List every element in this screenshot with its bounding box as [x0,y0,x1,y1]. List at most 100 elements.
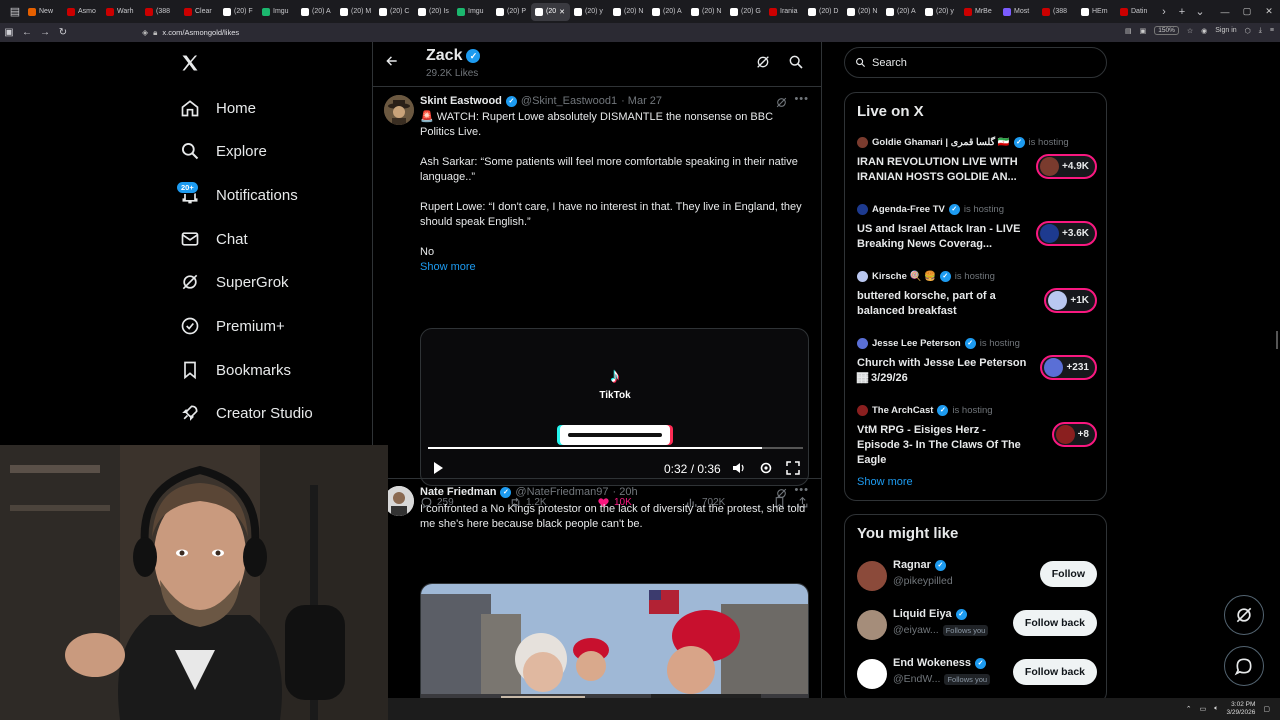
avatar[interactable] [857,659,887,689]
search-icon[interactable] [788,54,804,70]
account-handle[interactable]: @pikeypilled [893,575,953,587]
volume-icon[interactable]: 🔈︎ [1214,705,1218,713]
extensions-icon[interactable]: ⬡ [1245,27,1251,35]
listener-count-pill[interactable]: +231 [1040,355,1097,380]
zoom-level[interactable]: 150% [1154,26,1179,35]
clock[interactable]: 3:02 PM 3/29/2026 [1226,701,1255,717]
account-handle[interactable]: @eiyaw... [893,624,939,636]
tweet-time[interactable]: · 20h [613,486,638,498]
listener-count-pill[interactable]: +8 [1051,422,1097,447]
browser-tab[interactable]: New [24,3,63,21]
host-avatar[interactable] [857,271,868,282]
browser-tab[interactable]: (20) A [297,3,336,21]
browser-tab[interactable]: (20) y [921,3,960,21]
live-space-title[interactable]: Church with Jesse Lee Peterson 🏾 3/29/26 [857,356,1027,386]
live-space-title[interactable]: US and Israel Attack Iran - LIVE Breakin… [857,222,1027,252]
browser-tab[interactable]: (20) A [648,3,687,21]
account-name[interactable]: Liquid Eiya [893,608,952,620]
address-field[interactable]: ◈ 🔒︎ x.com/Asmongold/likes [142,28,239,38]
listener-count-pill[interactable]: +1K [1044,288,1097,313]
browser-tab[interactable]: (20) D [804,3,843,21]
live-space-item[interactable]: The ArchCast ✓ is hosting VtM RPG - Eisiges… [857,405,1097,468]
browser-tab[interactable]: HEm [1077,3,1116,21]
browser-tab[interactable]: (20 ✕ [531,2,570,21]
author-handle[interactable]: @Skint_Eastwood1 [521,95,617,107]
close-icon[interactable]: ✕ [1258,6,1280,17]
host-avatar[interactable] [857,405,868,416]
suggested-account[interactable]: Ragnar ✓ @pikeypilled Follow [857,559,1097,597]
live-space-title[interactable]: VtM RPG - Eisiges Herz - Episode 3- In T… [857,423,1027,468]
search-input[interactable]: Search [844,47,1107,78]
suggested-account[interactable]: Liquid Eiya ✓ @eiyaw... Follows you Follow b… [857,608,1097,646]
play-icon[interactable] [431,461,445,475]
notifications-icon[interactable]: ▢ [1263,705,1270,713]
pip-icon[interactable]: ▣ [1140,27,1147,35]
reader-icon[interactable]: ▤ [1125,27,1132,35]
sign-in-link[interactable]: Sign in [1215,27,1236,34]
network-icon[interactable]: ▭ [1200,705,1207,713]
account-name[interactable]: End Wokeness [893,657,971,669]
host-name[interactable]: Goldie Ghamari | گلسا قمری 🇮🇷 [872,137,1010,148]
live-space-item[interactable]: Agenda-Free TV ✓ is hosting US and Israel A… [857,204,1097,264]
browser-tab[interactable]: (20) N [609,3,648,21]
tab-list-icon[interactable]: ▤ [6,5,24,18]
volume-icon[interactable] [732,461,746,475]
tweet[interactable]: Nate Friedman ✓ @NateFriedman97 · 20h ••… [373,478,821,698]
account-icon[interactable]: ◉ [1201,27,1207,35]
browser-tab[interactable]: (20) P [492,3,531,21]
avatar[interactable] [384,95,414,125]
browser-tab[interactable]: Imgu [258,3,297,21]
suggested-account[interactable]: End Wokeness ✓ @EndW... Follows you Follow b… [857,657,1097,695]
grok-icon[interactable] [775,487,788,500]
browser-tab[interactable]: (20) F [219,3,258,21]
browser-tab[interactable]: (20) G [726,3,765,21]
settings-gear-icon[interactable] [759,461,773,475]
tweet[interactable]: Skint Eastwood ✓ @Skint_Eastwood1 · Mar … [373,86,821,509]
avatar[interactable] [857,610,887,640]
tab-menu-icon[interactable]: ⌄ [1191,5,1209,18]
browser-tab[interactable]: (20) y [570,3,609,21]
host-name[interactable]: Jesse Lee Peterson [872,338,961,349]
listener-count-pill[interactable]: +3.6K [1036,221,1097,246]
live-space-title[interactable]: IRAN REVOLUTION LIVE WITH IRANIAN HOSTS … [857,155,1027,185]
host-avatar[interactable] [857,338,868,349]
browser-tab[interactable]: (20) C [375,3,414,21]
nav-item-home[interactable]: Home [180,88,256,128]
browser-tab[interactable]: Asmo [63,3,102,21]
video-player[interactable]: ♪ TikTok 0:32 / 0:36 [420,328,809,486]
grok-floating-button[interactable] [1224,595,1264,635]
more-options-icon[interactable]: ••• [794,93,809,105]
browser-tab[interactable]: (20) N [687,3,726,21]
download-icon[interactable]: ⤓ [1259,27,1262,35]
tray-chevron-icon[interactable]: ⌃ [1186,705,1192,713]
avatar[interactable] [857,561,887,591]
follow-button[interactable]: Follow back [1012,610,1097,636]
new-tab-icon[interactable]: + [1173,6,1191,18]
browser-tab[interactable]: Warh [102,3,141,21]
follow-button[interactable]: Follow back [1012,659,1097,685]
browser-tab[interactable]: Datin [1116,3,1155,21]
nav-item-chat[interactable]: Chat [180,219,248,259]
nav-item-supergrok[interactable]: SuperGrok [180,262,289,302]
bookmark-star-icon[interactable]: ☆ [1187,27,1193,35]
browser-tab[interactable]: (20) A [882,3,921,21]
host-name[interactable]: Agenda-Free TV [872,204,945,215]
nav-item-explore[interactable]: Explore [180,131,267,171]
nav-item-notifications[interactable]: Notifications [180,175,298,215]
host-avatar[interactable] [857,204,868,215]
nav-item-premium[interactable]: Premium+ [180,306,285,346]
browser-tab[interactable]: Imgu [453,3,492,21]
avatar[interactable] [384,486,414,516]
browser-tab[interactable]: (388 [141,3,180,21]
back-icon[interactable]: ← [18,27,36,38]
scrollbar-thumb[interactable] [1276,331,1278,349]
tab-close-icon[interactable]: ✕ [559,8,565,16]
follow-button[interactable]: Follow [1039,561,1097,587]
x-logo-icon[interactable] [180,52,200,80]
browser-tab[interactable]: (20) N [843,3,882,21]
author-name[interactable]: Skint Eastwood [420,95,502,107]
live-space-item[interactable]: Kirsche 🍭 🍔 ✓ is hosting buttered korsche, … [857,271,1097,331]
video-progress-bar[interactable] [428,447,803,449]
nav-item-creator-studio[interactable]: Creator Studio [180,393,313,433]
live-space-item[interactable]: Jesse Lee Peterson ✓ is hosting Church with… [857,338,1097,398]
